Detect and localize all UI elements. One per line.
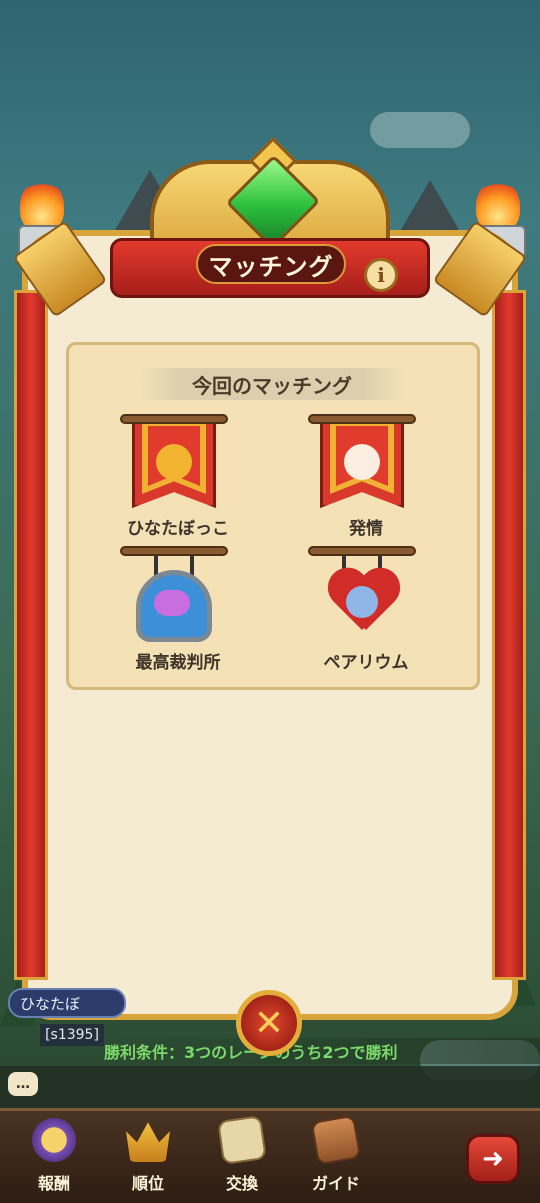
team-name: ペアリウム <box>323 653 409 673</box>
ticket-icon <box>217 1115 267 1165</box>
cloud <box>370 112 470 148</box>
exit-icon: ➜ <box>482 1144 504 1174</box>
chat-bar[interactable] <box>0 1066 540 1108</box>
cat-icon <box>154 590 190 616</box>
nav-label: ガイド <box>311 1174 360 1193</box>
info-icon: i <box>377 263 385 287</box>
page-title: マッチング <box>208 252 334 281</box>
mushroom-icon <box>156 444 192 480</box>
info-button[interactable]: i <box>364 258 398 292</box>
card-subtitle: 今回のマッチング <box>192 373 352 398</box>
left-curtain <box>14 290 48 980</box>
banner-rod <box>120 414 228 424</box>
subtitle-banner: 今回のマッチング <box>140 368 404 400</box>
close-icon: ✕ <box>253 1002 285 1044</box>
crown-icon <box>126 1122 170 1162</box>
close-button[interactable]: ✕ <box>236 990 302 1056</box>
nav-label: 交換 <box>225 1174 258 1193</box>
chat-icon[interactable]: … <box>8 1072 38 1096</box>
medal-icon <box>32 1118 76 1162</box>
team-name: ひなたぼっこ <box>127 519 229 539</box>
hanger <box>190 554 194 576</box>
guide-icon <box>310 1114 362 1166</box>
ally-tag[interactable]: ひなたぼ <box>8 988 126 1018</box>
team-name: 最高裁判所 <box>135 653 221 673</box>
title-plate: マッチング <box>196 244 346 284</box>
nav-item-guide[interactable]: ガイド <box>296 1114 376 1198</box>
nav-label: 報酬 <box>37 1174 70 1193</box>
right-curtain <box>492 290 526 980</box>
server-tag: [s1395] <box>40 1024 104 1046</box>
banner-rod <box>308 414 416 424</box>
win-condition: 勝利条件：3つのレーンのうち2つで勝利 <box>104 1038 540 1064</box>
hanger-rod <box>308 546 416 556</box>
cat-shield-icon[interactable] <box>114 546 234 656</box>
ally-name: ひなたぼ <box>20 994 81 1013</box>
team-name: 発情 <box>349 519 383 539</box>
heart-portrait-icon[interactable] <box>302 546 422 656</box>
lion-banner-icon[interactable] <box>302 414 422 524</box>
hanger-rod <box>120 546 228 556</box>
nav-item-exchange[interactable]: 交換 <box>202 1115 282 1198</box>
lion-icon <box>344 444 380 480</box>
nav-item-ranking[interactable]: 順位 <box>108 1118 188 1198</box>
portrait-icon <box>346 586 378 618</box>
mushroom-banner-icon[interactable] <box>114 414 234 524</box>
exit-button[interactable]: ➜ <box>466 1134 520 1184</box>
nav-label: 順位 <box>131 1174 164 1193</box>
nav-item-rewards[interactable]: 報酬 <box>14 1118 94 1198</box>
